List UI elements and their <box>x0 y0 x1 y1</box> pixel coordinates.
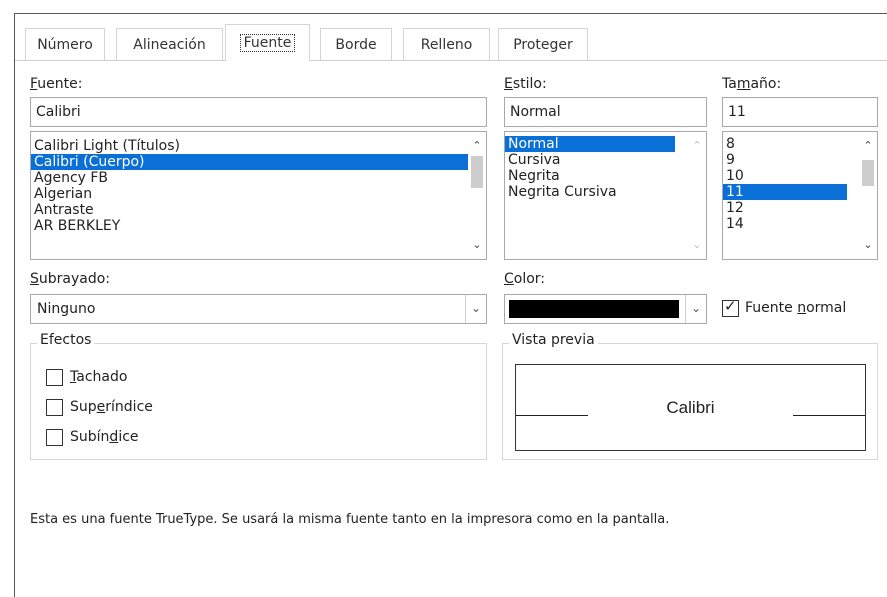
truetype-info-text: Esta es una fuente TrueType. Se usará la… <box>30 512 670 527</box>
underline-value: Ninguno <box>37 301 96 317</box>
font-list-item[interactable]: Agency FB <box>31 170 486 186</box>
effect-label-accesskey: e <box>96 399 106 415</box>
effects-title: Efectos <box>37 332 95 348</box>
font-label: Fuente: <box>30 76 82 92</box>
font-list-scrollbar[interactable]: ⌃ ⌄ <box>468 132 486 259</box>
subscript-checkbox[interactable] <box>46 429 63 446</box>
effect-label-post: achado <box>76 369 128 385</box>
chevron-down-icon[interactable]: ⌄ <box>685 295 706 323</box>
font-list-item-selected[interactable]: Calibri (Cuerpo) <box>31 154 486 170</box>
effect-label-accesskey: d <box>109 429 119 445</box>
tab-fuente-label: Fuente <box>239 34 296 52</box>
preview-sample-text: Calibri <box>666 398 715 417</box>
normal-font-label-post: ormal <box>806 300 847 316</box>
effect-label-post: ríndice <box>105 399 153 415</box>
color-dropdown[interactable]: ⌄ <box>504 294 707 324</box>
normal-font-checkbox[interactable]: ✓ <box>722 297 739 317</box>
underline-label-accesskey: S <box>30 271 39 287</box>
tab-alineacion[interactable]: Alineación <box>116 28 223 60</box>
normal-font-label-accesskey: n <box>797 300 807 316</box>
preview-title: Vista previa <box>509 332 598 348</box>
scroll-thumb[interactable] <box>471 156 483 188</box>
underline-dropdown[interactable]: Ninguno ⌄ <box>30 294 487 324</box>
size-label-pre: Ta <box>722 76 737 92</box>
style-list[interactable]: Normal Cursiva Negrita Negrita Cursiva ⌃… <box>504 131 707 260</box>
preview-box: Calibri <box>515 364 866 451</box>
font-list-item[interactable]: Antraste <box>31 202 486 218</box>
size-list-item[interactable]: 10 <box>723 168 877 184</box>
size-label-accesskey: m <box>736 76 751 92</box>
size-list-scrollbar[interactable]: ⌃ ⌄ <box>859 132 877 259</box>
scroll-down-icon[interactable]: ⌄ <box>468 237 486 253</box>
style-list-item[interactable]: Negrita <box>505 168 706 184</box>
tab-borde[interactable]: Borde <box>320 28 392 60</box>
superscript-checkbox[interactable] <box>46 399 63 416</box>
scroll-up-icon[interactable]: ⌃ <box>859 138 877 154</box>
size-list-item[interactable]: 14 <box>723 216 877 232</box>
underline-label-text: ubrayado: <box>38 271 111 287</box>
font-name-input[interactable]: Calibri <box>30 97 487 127</box>
superscript-label: Superíndice <box>70 399 153 415</box>
color-swatch <box>509 300 679 318</box>
size-list-item[interactable]: 8 <box>723 136 877 152</box>
style-list-item[interactable]: Negrita Cursiva <box>505 184 706 200</box>
font-list-item[interactable]: Algerian <box>31 186 486 202</box>
chevron-down-icon[interactable]: ⌄ <box>465 295 486 323</box>
dialog-frame-left <box>14 13 15 597</box>
normal-font-label-pre: Fuente <box>745 300 798 316</box>
dialog-frame-top <box>14 13 887 14</box>
font-label-text: uente: <box>37 76 83 92</box>
tab-relleno[interactable]: Relleno <box>403 28 490 60</box>
size-list[interactable]: 8 9 10 11 12 14 ⌃ ⌄ <box>722 131 878 260</box>
size-list-item-selected[interactable]: 11 <box>723 184 847 200</box>
style-list-scrollbar[interactable]: ⌃ ⌄ <box>688 132 706 259</box>
underline-label: Subrayado: <box>30 271 110 287</box>
effect-label-post: ice <box>118 429 139 445</box>
size-input[interactable]: 11 <box>722 97 878 127</box>
size-label-post: año: <box>750 76 782 92</box>
color-label: Color: <box>504 271 545 287</box>
effect-label-pre: Sup <box>70 399 97 415</box>
font-list-item[interactable]: Calibri Light (Títulos) <box>31 138 486 154</box>
checkmark-icon: ✓ <box>724 297 737 315</box>
style-input[interactable]: Normal <box>504 97 707 127</box>
normal-font-label: Fuente normal <box>745 300 846 316</box>
tab-proteger[interactable]: Proteger <box>498 28 588 60</box>
effect-label-pre: Subín <box>70 429 110 445</box>
style-label-accesskey: E <box>504 76 513 92</box>
style-label-text: stilo: <box>512 76 547 92</box>
font-list[interactable]: Calibri Light (Títulos) Calibri (Cuerpo)… <box>30 131 487 260</box>
size-label: Tamaño: <box>722 76 781 92</box>
scroll-up-icon[interactable]: ⌃ <box>468 138 486 154</box>
strikethrough-checkbox[interactable] <box>46 369 63 386</box>
color-label-accesskey: C <box>504 271 514 287</box>
font-list-item[interactable]: AR BERKLEY <box>31 218 486 234</box>
tab-numero[interactable]: Número <box>25 28 105 60</box>
scroll-down-icon[interactable]: ⌄ <box>859 237 877 253</box>
style-label: Estilo: <box>504 76 547 92</box>
scroll-up-icon[interactable]: ⌃ <box>688 138 706 154</box>
subscript-label: Subíndice <box>70 429 139 445</box>
color-label-text: olor: <box>513 271 546 287</box>
style-list-item-selected[interactable]: Normal <box>505 136 675 152</box>
size-list-item[interactable]: 9 <box>723 152 877 168</box>
scroll-down-icon[interactable]: ⌄ <box>688 237 706 253</box>
scroll-thumb[interactable] <box>862 160 874 186</box>
strikethrough-label: Tachado <box>70 369 127 385</box>
style-list-item[interactable]: Cursiva <box>505 152 706 168</box>
size-list-item[interactable]: 12 <box>723 200 877 216</box>
tab-fuente[interactable]: Fuente <box>225 24 310 61</box>
